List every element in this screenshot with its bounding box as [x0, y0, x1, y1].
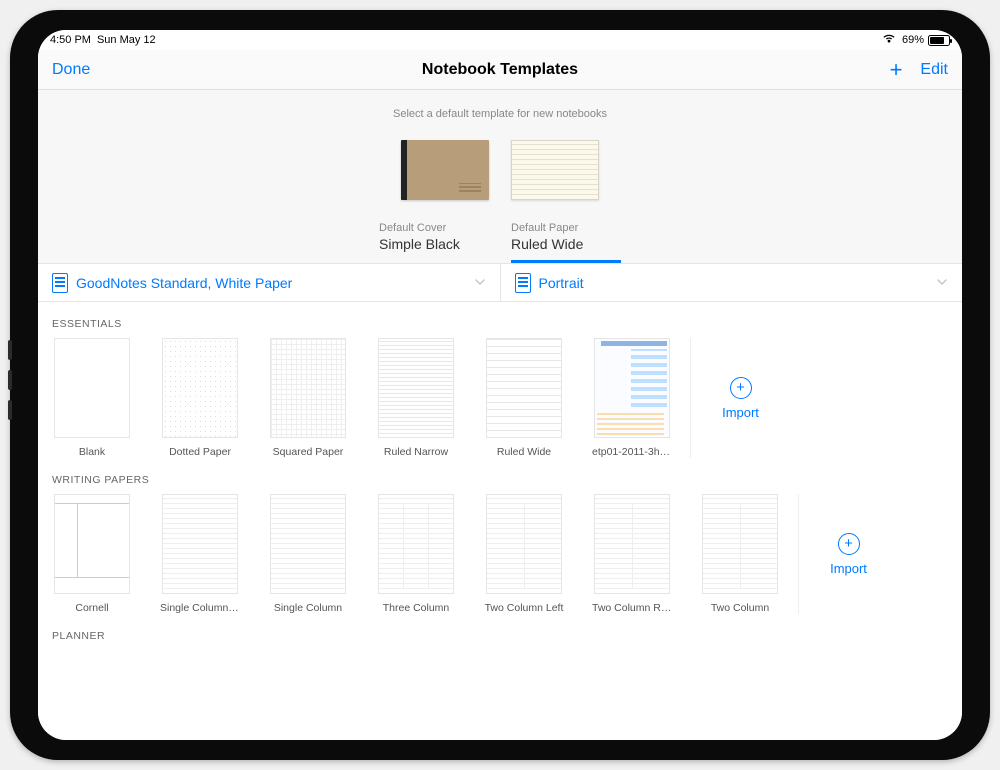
wifi-icon [882, 34, 896, 47]
template-three-column[interactable]: Three Column [376, 494, 456, 614]
status-time: 4:50 PM [50, 34, 91, 46]
status-date: Sun May 12 [97, 34, 156, 46]
chevron-down-icon [936, 275, 948, 291]
paper-type-selector[interactable]: GoodNotes Standard, White Paper [38, 264, 501, 301]
default-paper-thumb[interactable] [511, 140, 599, 200]
cover-value: Simple Black [379, 236, 489, 252]
preview-hint: Select a default template for new notebo… [38, 108, 962, 120]
essentials-row: Blank Dotted Paper Squared Paper Ruled N… [38, 338, 962, 458]
orientation-icon [515, 273, 531, 293]
section-header-essentials: ESSENTIALS [38, 302, 962, 338]
cover-label: Default Cover [379, 222, 489, 234]
template-ruled-wide[interactable]: Ruled Wide [484, 338, 564, 458]
edit-button[interactable]: Edit [920, 61, 948, 79]
template-two-column[interactable]: Two Column [700, 494, 780, 614]
nav-bar: Done Notebook Templates + Edit [38, 50, 962, 90]
paper-type-value: GoodNotes Standard, White Paper [76, 275, 292, 291]
section-header-writing: WRITING PAPERS [38, 458, 962, 494]
section-header-planner: PLANNER [38, 614, 962, 650]
battery-percent: 69% [902, 34, 924, 46]
template-ruled-narrow[interactable]: Ruled Narrow [376, 338, 456, 458]
orientation-selector[interactable]: Portrait [501, 264, 963, 301]
paper-value: Ruled Wide [511, 236, 621, 252]
selector-row: GoodNotes Standard, White Paper Portrait [38, 264, 962, 302]
writing-row: Cornell Single Column Mix Single Column … [38, 494, 962, 614]
screen: 4:50 PM Sun May 12 69% Done Notebook Tem… [38, 30, 962, 740]
plus-circle-icon: + [730, 377, 752, 399]
template-custom-etp01[interactable]: etp01-2011-3hus-c1 [592, 338, 672, 458]
template-squared[interactable]: Squared Paper [268, 338, 348, 458]
template-single-column-mix[interactable]: Single Column Mix [160, 494, 240, 614]
template-cornell[interactable]: Cornell [52, 494, 132, 614]
done-button[interactable]: Done [52, 61, 90, 79]
tab-default-paper[interactable]: Default Paper Ruled Wide [511, 222, 621, 263]
chevron-down-icon [474, 275, 486, 291]
template-blank[interactable]: Blank [52, 338, 132, 458]
import-writing-button[interactable]: + Import [798, 494, 878, 614]
template-grid-scroll[interactable]: ESSENTIALS Blank Dotted Paper Squared Pa… [38, 302, 962, 740]
template-single-column[interactable]: Single Column [268, 494, 348, 614]
import-essentials-button[interactable]: + Import [690, 338, 770, 458]
template-dotted[interactable]: Dotted Paper [160, 338, 240, 458]
orientation-value: Portrait [539, 275, 584, 291]
plus-circle-icon: + [838, 533, 860, 555]
page-title: Notebook Templates [38, 61, 962, 79]
ipad-frame: 4:50 PM Sun May 12 69% Done Notebook Tem… [10, 10, 990, 760]
paper-icon [52, 273, 68, 293]
add-button[interactable]: + [890, 59, 903, 81]
preview-area: Select a default template for new notebo… [38, 90, 962, 264]
template-two-column-left[interactable]: Two Column Left [484, 494, 564, 614]
template-two-column-right[interactable]: Two Column Right [592, 494, 672, 614]
default-cover-thumb[interactable] [401, 140, 489, 200]
status-bar: 4:50 PM Sun May 12 69% [38, 30, 962, 50]
paper-label: Default Paper [511, 222, 621, 234]
battery-indicator: 69% [902, 34, 950, 46]
tab-default-cover[interactable]: Default Cover Simple Black [379, 222, 489, 263]
